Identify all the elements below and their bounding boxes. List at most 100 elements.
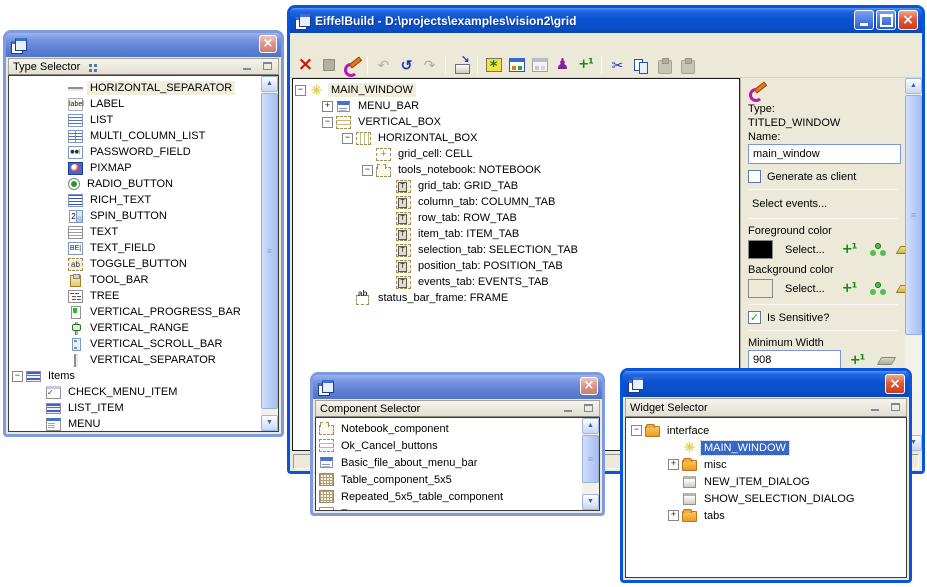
- panel-restore-icon[interactable]: [582, 403, 595, 414]
- widget-tree-row[interactable]: − interface: [628, 422, 902, 439]
- undo-button[interactable]: [372, 54, 395, 76]
- expander-icon[interactable]: +: [322, 101, 333, 112]
- foreground-select-button[interactable]: Select...: [781, 242, 833, 258]
- panel-restore-icon[interactable]: [261, 61, 274, 72]
- save-button[interactable]: [317, 54, 340, 76]
- tree-row[interactable]: item_tab: ITEM_TAB: [293, 226, 739, 242]
- add-widget-button[interactable]: [735, 401, 749, 414]
- expander-icon[interactable]: −: [12, 371, 23, 382]
- menu-item[interactable]: [343, 41, 359, 45]
- type-item[interactable]: VERTICAL_SCROLL_BAR: [11, 336, 260, 352]
- type-item[interactable]: RADIO_BUTTON: [11, 176, 260, 192]
- pick-icon[interactable]: [869, 281, 884, 296]
- close-button[interactable]: ×: [898, 10, 918, 30]
- maximize-button[interactable]: [876, 10, 896, 30]
- titlebar[interactable]: ×: [313, 375, 602, 399]
- minimize-button[interactable]: [854, 10, 874, 30]
- new-window-button[interactable]: [753, 401, 767, 414]
- add-one-icon[interactable]: [841, 281, 857, 296]
- select-events-button[interactable]: Select events...: [748, 196, 898, 212]
- add-one-button[interactable]: [574, 54, 597, 76]
- component-item[interactable]: Tree: [318, 505, 581, 510]
- tool-edit-button[interactable]: [340, 54, 363, 76]
- component-item[interactable]: Table_component_5x5: [318, 471, 581, 488]
- titlebar[interactable]: ×: [623, 371, 909, 397]
- panel-minimize-icon[interactable]: [562, 403, 575, 414]
- type-item[interactable]: TREE: [11, 288, 260, 304]
- titlebar[interactable]: ×: [6, 33, 281, 57]
- delete-button[interactable]: [294, 54, 317, 76]
- expander-icon[interactable]: +: [668, 510, 679, 521]
- type-item[interactable]: VERTICAL_RANGE: [11, 320, 260, 336]
- tree-row[interactable]: position_tab: POSITION_TAB: [293, 258, 739, 274]
- scroll-up-icon[interactable]: [582, 418, 599, 434]
- widget-selector-header[interactable]: Widget Selector: [625, 398, 907, 417]
- close-button[interactable]: ×: [259, 35, 277, 53]
- scroll-up-icon[interactable]: [261, 76, 278, 92]
- background-select-button[interactable]: Select...: [781, 281, 833, 297]
- paste-secondary-button[interactable]: [675, 54, 698, 76]
- find-button[interactable]: [771, 401, 785, 414]
- type-item[interactable]: TEXT_FIELD: [11, 240, 260, 256]
- copy-button[interactable]: [629, 54, 652, 76]
- paste-button[interactable]: [789, 401, 803, 414]
- add-one-icon[interactable]: [841, 242, 857, 257]
- type-item[interactable]: PASSWORD_FIELD: [11, 144, 260, 160]
- actor-button[interactable]: [551, 54, 574, 76]
- widget-tree-row[interactable]: MAIN_WINDOW: [628, 439, 902, 456]
- tree-row[interactable]: − VERTICAL_BOX: [293, 114, 739, 130]
- type-item[interactable]: TEXT: [11, 224, 260, 240]
- expander-icon[interactable]: −: [631, 425, 642, 436]
- window-disabled-button[interactable]: [528, 54, 551, 76]
- type-item[interactable]: PIXMAP: [11, 160, 260, 176]
- tree-row[interactable]: grid_cell: CELL: [293, 146, 739, 162]
- scroll-up-icon[interactable]: [905, 78, 922, 94]
- settings-window-button[interactable]: [482, 54, 505, 76]
- refresh-button[interactable]: [395, 54, 418, 76]
- scroll-down-icon[interactable]: [582, 494, 599, 510]
- type-selector-header[interactable]: Type Selector: [8, 58, 279, 75]
- add-one-icon[interactable]: [849, 353, 865, 368]
- eraser-icon[interactable]: [896, 281, 905, 296]
- titlebar[interactable]: EiffelBuild - D:\projects\examples\visio…: [290, 8, 922, 33]
- name-field[interactable]: main_window: [748, 144, 901, 164]
- type-item[interactable]: TOGGLE_BUTTON: [11, 256, 260, 272]
- generate-button[interactable]: [450, 54, 473, 76]
- eraser-icon[interactable]: [896, 242, 905, 257]
- panel-minimize-icon[interactable]: [241, 61, 254, 72]
- type-scrollbar[interactable]: [261, 76, 278, 431]
- type-item[interactable]: − Items: [11, 368, 260, 384]
- type-item[interactable]: CHECK_MENU_ITEM: [11, 384, 260, 400]
- close-button[interactable]: ×: [580, 377, 598, 395]
- type-item[interactable]: VERTICAL_PROGRESS_BAR: [11, 304, 260, 320]
- generate-as-client-checkbox[interactable]: [748, 170, 761, 183]
- redo-button[interactable]: [418, 54, 441, 76]
- scroll-thumb[interactable]: [582, 435, 599, 483]
- paste-button[interactable]: [652, 54, 675, 76]
- tree-row[interactable]: selection_tab: SELECTION_TAB: [293, 242, 739, 258]
- expander-icon[interactable]: −: [362, 165, 373, 176]
- type-item[interactable]: SPIN_BUTTON: [11, 208, 260, 224]
- cut-button[interactable]: [606, 54, 629, 76]
- foreground-swatch[interactable]: [748, 240, 773, 259]
- expander-icon[interactable]: −: [342, 133, 353, 144]
- type-item[interactable]: LABEL: [11, 96, 260, 112]
- widget-tree-row[interactable]: NEW_ITEM_DIALOG: [628, 473, 902, 490]
- is-sensitive-checkbox[interactable]: [748, 311, 761, 324]
- tree-row[interactable]: + MENU_BAR: [293, 98, 739, 114]
- component-scrollbar[interactable]: [582, 418, 599, 510]
- type-item[interactable]: LIST: [11, 112, 260, 128]
- window-button[interactable]: [505, 54, 528, 76]
- component-item[interactable]: Repeated_5x5_table_component: [318, 488, 581, 505]
- component-item[interactable]: Basic_file_about_menu_bar: [318, 454, 581, 471]
- menu-item[interactable]: [311, 41, 327, 45]
- type-item[interactable]: MULTI_COLUMN_LIST: [11, 128, 260, 144]
- widget-tree-row[interactable]: + tabs: [628, 507, 902, 524]
- component-selector-header[interactable]: Component Selector: [315, 400, 600, 417]
- type-item[interactable]: TOOL_BAR: [11, 272, 260, 288]
- component-item[interactable]: Ok_Cancel_buttons: [318, 437, 581, 454]
- tree-row[interactable]: column_tab: COLUMN_TAB: [293, 194, 739, 210]
- type-item[interactable]: LIST_ITEM: [11, 400, 260, 416]
- expander-icon[interactable]: −: [322, 117, 333, 128]
- scroll-thumb[interactable]: [905, 95, 922, 335]
